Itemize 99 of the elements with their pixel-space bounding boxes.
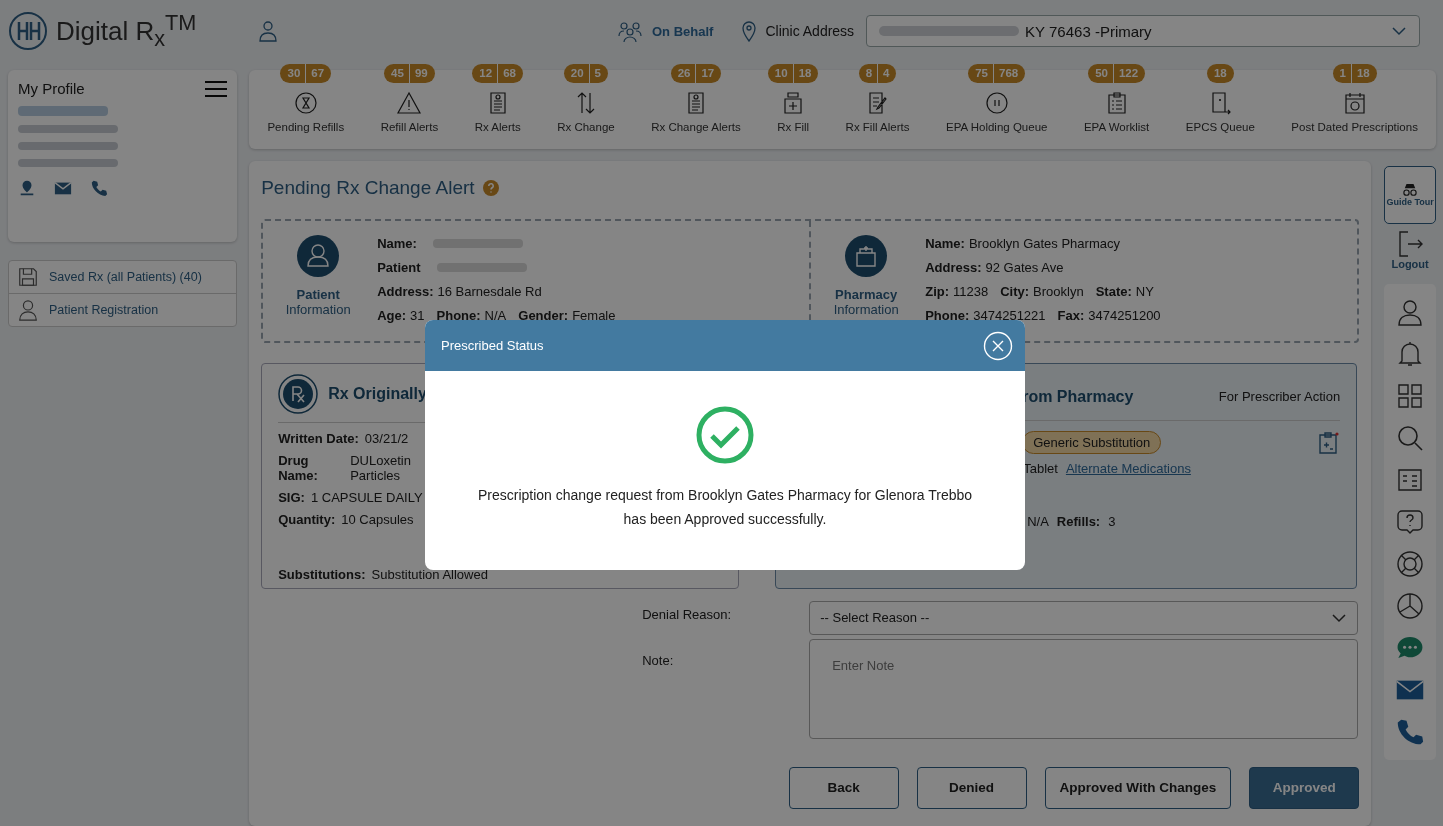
field-label: Drug Name: [278, 452, 319, 483]
count-badge: 26 17 [670, 63, 722, 83]
profile-title: My Profile [18, 80, 85, 97]
info-field: Fax: 3474251200 [1057, 308, 1161, 324]
action-label: For Prescriber Action [1218, 389, 1341, 405]
info-field: Phone: N/A [436, 308, 507, 324]
hourglass-icon [293, 90, 318, 115]
info-field: Address: 92 Gates Ave [925, 260, 1064, 276]
list-card-icon[interactable] [1396, 466, 1425, 494]
field-value: 3 [1108, 513, 1116, 529]
dashboard-icon[interactable] [1396, 382, 1425, 410]
logout-icon [1396, 230, 1425, 258]
logo-icon [8, 11, 48, 51]
clinic-address-label: Clinic Address [765, 23, 855, 39]
info-field: Name: [377, 236, 421, 252]
substitution-tag: Generic Substitution [1022, 431, 1162, 455]
phone-icon[interactable] [90, 179, 108, 197]
logout-button[interactable]: Logout [1391, 230, 1429, 270]
field-value: N/A [1027, 513, 1049, 529]
field-value: 10 Capsules [341, 511, 414, 527]
dialog-title: Prescribed Status [441, 338, 544, 353]
page-title: Pending Rx Change Alert [261, 176, 475, 199]
info-field: Patient [377, 260, 425, 276]
side-menu-item[interactable]: Saved Rx (all Patients) (40) [9, 261, 237, 294]
info-subtitle: Information [833, 301, 899, 317]
field-label: Quantity: [278, 511, 336, 527]
field-value: DULoxetin [350, 452, 411, 468]
field-label: Written Date: [278, 430, 359, 446]
clipboard-plus-icon[interactable] [1316, 430, 1341, 455]
guide-tour-button[interactable]: Guide Tour [1384, 166, 1437, 224]
pie-chart-icon[interactable] [1396, 592, 1425, 620]
success-check-icon [695, 405, 755, 465]
alternate-medications-link[interactable]: Alternate Medications [1065, 460, 1191, 476]
menu-icon[interactable] [205, 80, 228, 97]
field-value: Particles [350, 467, 402, 483]
info-field: Age: 31 [377, 308, 425, 324]
info-title: Pharmacy [835, 286, 898, 302]
info-title: Patient [296, 286, 340, 302]
on-behalf-link[interactable]: On Behalf [652, 23, 714, 39]
field-label: Denial Reason: [642, 605, 733, 624]
info-field: Phone: 3474251221 [925, 308, 1046, 324]
count-badge: 30 67 [280, 63, 332, 83]
info-field: Gender: Female [518, 308, 616, 324]
pharmacy-icon [845, 234, 888, 277]
info-field: Name: Brooklyn Gates Pharmacy [925, 236, 1120, 252]
field-label: Note: [642, 651, 675, 670]
help-icon[interactable] [482, 179, 499, 196]
field-value: 03/21/2 [364, 430, 409, 446]
side-menu-item[interactable]: Patient Registration [9, 294, 237, 326]
lifebuoy-icon[interactable] [1396, 550, 1425, 578]
user-icon[interactable] [1396, 298, 1425, 326]
info-subtitle: Information [285, 301, 351, 317]
field-value: Substitution Allowed [371, 566, 488, 582]
info-field: City: Brooklyn [1000, 284, 1084, 300]
close-icon[interactable] [983, 330, 1013, 361]
person-icon [17, 299, 39, 321]
action-button[interactable]: Approved With Changes [1044, 766, 1232, 809]
clinic-address-select[interactable]: KY 76463 -Primary [866, 15, 1421, 47]
note-field[interactable]: Enter Note [809, 638, 1359, 739]
rx-icon [278, 373, 319, 414]
location-pin-icon[interactable] [18, 179, 36, 197]
help-icon[interactable] [1396, 508, 1425, 536]
calendar-icon [1342, 90, 1367, 115]
chevron-down-icon [1391, 26, 1408, 36]
clinic-address-value: KY 76463 -Primary [1025, 22, 1152, 40]
count-badge: 20 5 [563, 63, 608, 83]
pause-icon [984, 90, 1009, 115]
chevron-down-icon [1331, 612, 1348, 623]
count-badge: 50 122 [1088, 63, 1146, 83]
action-button[interactable]: Back [788, 766, 899, 809]
search-icon[interactable] [1396, 424, 1425, 452]
phone-icon[interactable] [1396, 718, 1425, 746]
denial-reason-select[interactable]: -- Select Reason -- [809, 600, 1359, 635]
field-label: Substitutions: [278, 566, 366, 582]
count-badge: 75 768 [968, 63, 1026, 83]
doctor-icon [256, 19, 280, 43]
count-badge: 12 68 [472, 63, 523, 83]
info-field: State: NY [1095, 284, 1154, 300]
mail-icon[interactable] [54, 179, 72, 197]
count-badge: 8 4 [858, 63, 897, 83]
field-value: Tablet [1023, 460, 1058, 476]
field-label: Refills: [1056, 513, 1101, 529]
info-field: Address: 16 Barnesdale Rd [377, 284, 542, 300]
field-label: SIG: [278, 489, 305, 505]
status-message: Prescription change request from Brooklyn Gates Pharmacy for Glenora Trebbo has been Approved successfully. [477, 486, 973, 529]
count-badge: 1 18 [1332, 63, 1377, 83]
info-field: Zip: 11238 [925, 284, 989, 300]
warning-icon [397, 90, 422, 115]
action-button[interactable]: Approved [1249, 766, 1360, 809]
field-value: 1 CAPSULE DAILY [310, 489, 423, 505]
count-badge: 18 [1206, 63, 1234, 83]
location-pin-icon [741, 19, 758, 43]
person-icon [297, 234, 340, 277]
count-badge: 45 99 [384, 63, 435, 83]
card-title: Rx Originally [328, 384, 427, 403]
count-badge: 10 18 [767, 63, 819, 83]
action-button[interactable]: Denied [916, 766, 1027, 809]
group-icon [616, 19, 644, 43]
select-placeholder: -- Select Reason -- [820, 610, 930, 626]
